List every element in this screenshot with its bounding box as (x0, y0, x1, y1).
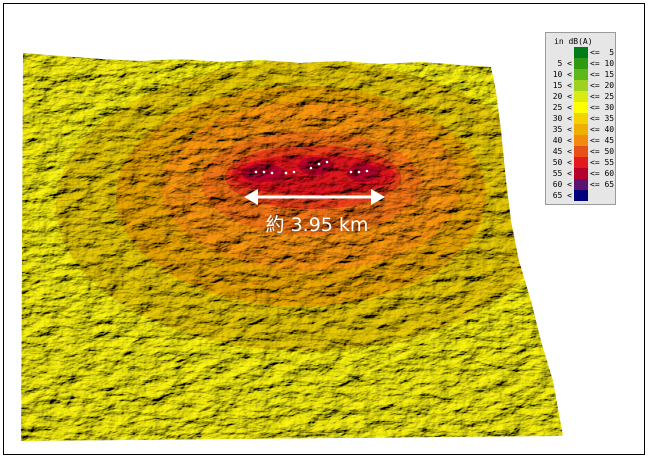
legend-row: 5 < <= 10 (546, 58, 617, 69)
legend-lower-bound: 45 < (552, 147, 572, 156)
legend-color-swatch (574, 124, 588, 135)
noise-legend: in dB(A) <= 55 < <= 10 10 < <= 15 15 < <= 20 2… (545, 32, 616, 205)
legend-row: 15 < <= 20 (546, 80, 617, 91)
legend-row: 60 < <= 65 (546, 179, 617, 190)
legend-lower-bound: 5 < (557, 59, 572, 68)
legend-color-swatch (574, 80, 588, 91)
legend-color-swatch (574, 47, 588, 58)
legend-row: 20 < <= 25 (546, 91, 617, 102)
legend-upper-bound: <= 15 (590, 70, 615, 79)
legend-color-swatch (574, 146, 588, 157)
legend-upper-bound: <= 20 (590, 81, 615, 90)
legend-lower-bound: 40 < (552, 136, 572, 145)
legend-upper-bound: <= 35 (590, 114, 615, 123)
legend-row: 40 < <= 45 (546, 135, 617, 146)
map-frame: 約 3.95 km in dB(A) <= 5 5 < <= 10 10 < <= 15… (3, 3, 645, 455)
legend-upper-bound: <= 25 (590, 92, 615, 101)
legend-lower-bound: 35 < (552, 125, 572, 134)
terrain-surface (21, 53, 563, 441)
legend-row: <= 5 (546, 47, 617, 58)
legend-color-swatch (574, 190, 588, 201)
legend-color-swatch (574, 91, 588, 102)
legend-upper-bound: <= 65 (590, 180, 615, 189)
legend-row: 25 < <= 30 (546, 102, 617, 113)
legend-color-swatch (574, 168, 588, 179)
legend-row: 35 < <= 40 (546, 124, 617, 135)
legend-row: 30 < <= 35 (546, 113, 617, 124)
legend-upper-bound: <= 5 (590, 48, 615, 57)
legend-row: 55 < <= 60 (546, 168, 617, 179)
legend-lower-bound: 30 < (552, 114, 572, 123)
legend-title: in dB(A) (554, 37, 593, 46)
legend-row: 65 < (546, 190, 617, 201)
legend-upper-bound: <= 55 (590, 158, 615, 167)
legend-color-swatch (574, 157, 588, 168)
legend-lower-bound: 65 < (552, 191, 572, 200)
legend-lower-bound: 20 < (552, 92, 572, 101)
legend-lower-bound: 10 < (552, 70, 572, 79)
legend-color-swatch (574, 69, 588, 80)
legend-color-swatch (574, 135, 588, 146)
legend-lower-bound: 15 < (552, 81, 572, 90)
legend-color-swatch (574, 113, 588, 124)
legend-color-swatch (574, 102, 588, 113)
legend-lower-bound: 50 < (552, 158, 572, 167)
noise-contours (56, 61, 556, 351)
legend-upper-bound: <= 60 (590, 169, 615, 178)
legend-lower-bound: 25 < (552, 103, 572, 112)
legend-upper-bound: <= 10 (590, 59, 615, 68)
legend-lower-bound: 55 < (552, 169, 572, 178)
legend-upper-bound: <= 45 (590, 136, 615, 145)
legend-upper-bound: <= 40 (590, 125, 615, 134)
legend-row: 45 < <= 50 (546, 146, 617, 157)
legend-upper-bound: <= 50 (590, 147, 615, 156)
distance-label: 約 3.95 km (265, 214, 369, 236)
legend-color-swatch (574, 179, 588, 190)
legend-upper-bound: <= 30 (590, 103, 615, 112)
legend-row: 10 < <= 15 (546, 69, 617, 80)
legend-color-swatch (574, 58, 588, 69)
legend-row: 50 < <= 55 (546, 157, 617, 168)
legend-lower-bound: 60 < (552, 180, 572, 189)
